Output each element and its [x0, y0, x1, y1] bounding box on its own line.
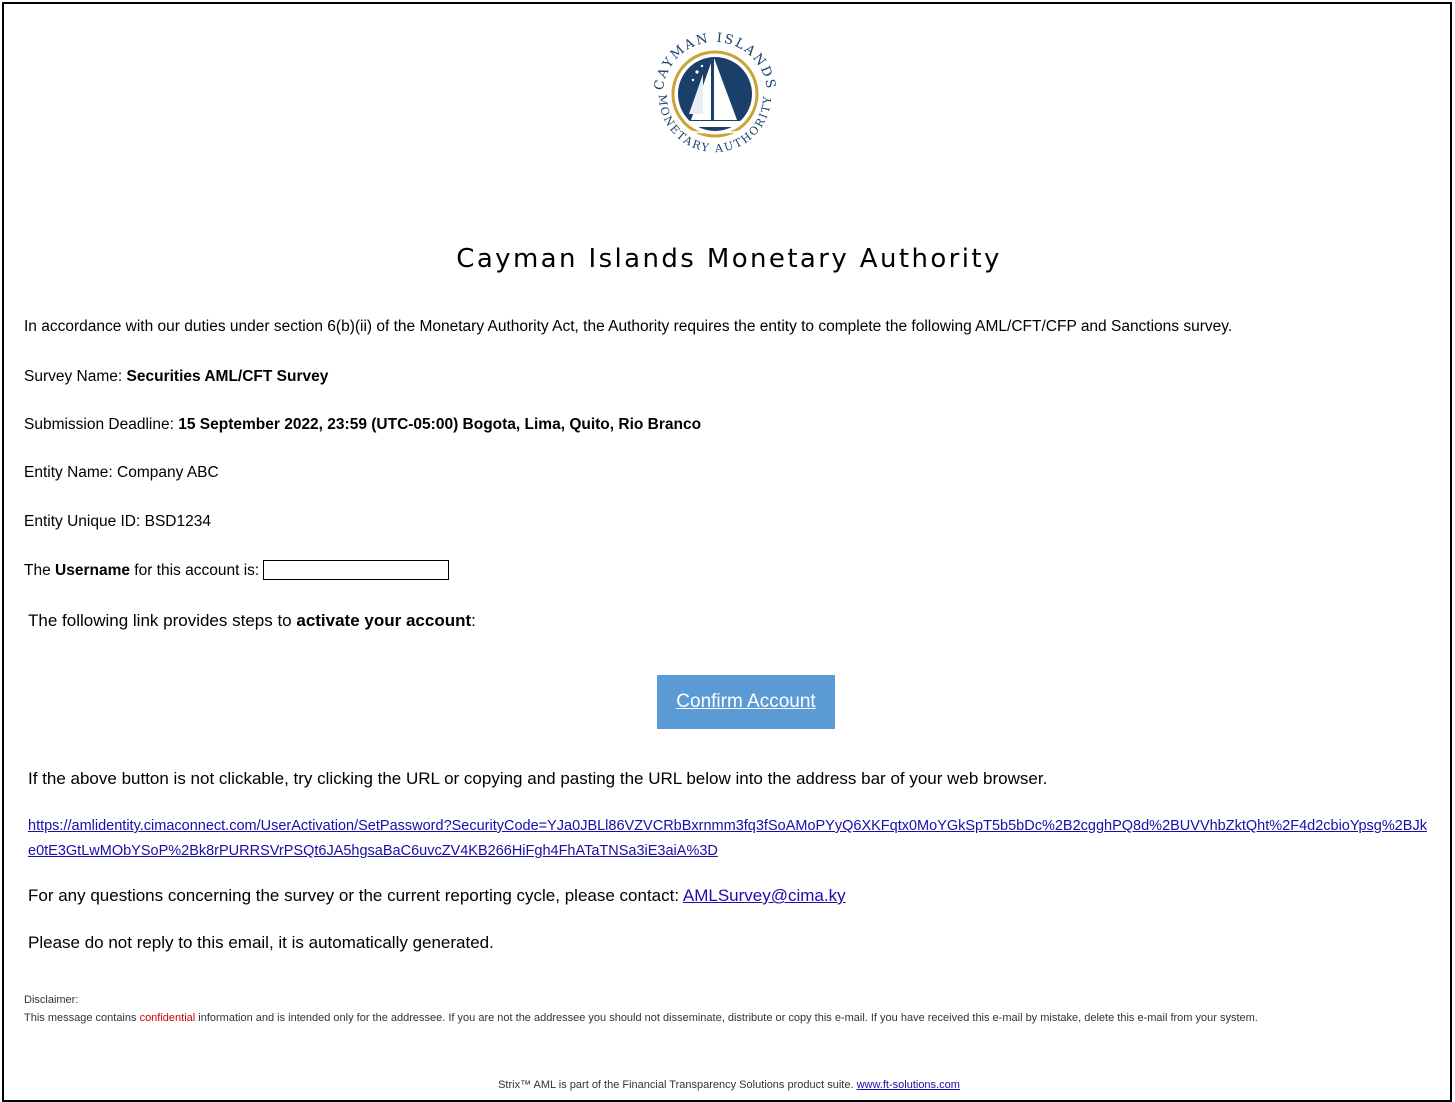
- username-prefix: The: [24, 562, 56, 579]
- disclaimer-heading: Disclaimer:: [24, 994, 79, 1006]
- survey-name-label: Survey Name:: [24, 368, 127, 385]
- footer-prefix: Strix™ AML is part of the Financial Tran…: [498, 1079, 857, 1091]
- activate-suffix: :: [471, 611, 476, 630]
- username-bold: Username: [55, 562, 130, 579]
- no-reply-text: Please do not reply to this email, it is…: [28, 933, 494, 952]
- questions-prefix: For any questions concerning the survey …: [28, 886, 683, 905]
- survey-name: Survey Name: Securities AML/CFT Survey: [24, 368, 328, 386]
- footer-text: Strix™ AML is part of the Financial Tran…: [4, 1079, 1454, 1091]
- disclaimer-body: This message contains confidential infor…: [24, 1010, 1404, 1027]
- disclaimer-prefix: This message contains: [24, 1012, 140, 1024]
- deadline-label: Submission Deadline:: [24, 416, 179, 433]
- cima-logo: CAYMAN ISLANDS MONETARY AUTHORITY: [641, 8, 789, 168]
- activation-url-link[interactable]: https://amlidentity.cimaconnect.com/User…: [28, 814, 1428, 864]
- username-box: [263, 560, 450, 580]
- not-clickable-text: If the above button is not clickable, tr…: [28, 769, 1048, 788]
- questions-line: For any questions concerning the survey …: [28, 886, 846, 906]
- confirm-account-button[interactable]: Confirm Account: [657, 675, 835, 729]
- activate-line: The following link provides steps to act…: [28, 611, 476, 631]
- entity-name: Entity Name: Company ABC: [24, 464, 219, 481]
- activate-prefix: The following link provides steps to: [28, 611, 297, 630]
- entity-id: Entity Unique ID: BSD1234: [24, 513, 211, 530]
- submission-deadline: Submission Deadline: 15 September 2022, …: [24, 416, 701, 434]
- username-line: The Username for this account is:: [24, 560, 450, 580]
- username-suffix: for this account is:: [129, 562, 260, 579]
- page-title: Cayman Islands Monetary Authority: [456, 244, 1002, 274]
- footer-link[interactable]: www.ft-solutions.com: [857, 1079, 960, 1091]
- deadline-value: 15 September 2022, 23:59 (UTC-05:00) Bog…: [178, 416, 702, 433]
- disclaimer-suffix: information and is intended only for the…: [195, 1012, 1258, 1024]
- survey-email-link[interactable]: AMLSurvey@cima.ky: [683, 886, 846, 905]
- email-frame: CAYMAN ISLANDS MONETARY AUTHORITY Cayman…: [2, 2, 1452, 1102]
- disclaimer-confidential: confidential: [139, 1012, 196, 1024]
- survey-name-value: Securities AML/CFT Survey: [126, 368, 329, 385]
- activate-bold: activate your account: [296, 611, 472, 630]
- cima-seal-icon: CAYMAN ISLANDS MONETARY AUTHORITY: [652, 31, 776, 155]
- intro-text: In accordance with our duties under sect…: [24, 318, 1233, 335]
